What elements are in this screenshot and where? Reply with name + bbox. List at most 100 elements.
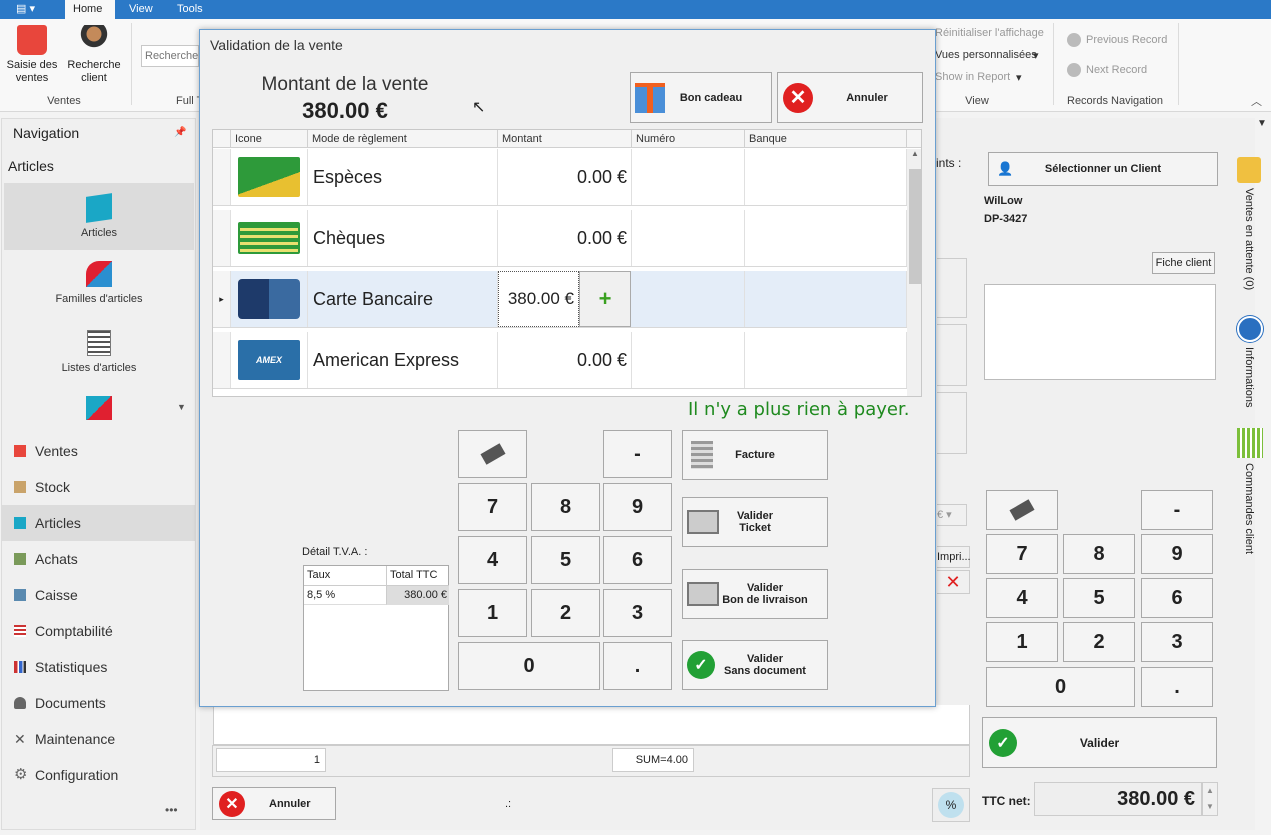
show-report-button[interactable]: Show in Report bbox=[935, 71, 1010, 83]
fiche-client-button[interactable]: Fiche client bbox=[1152, 252, 1215, 274]
nav-item-articles[interactable]: Articles bbox=[14, 513, 81, 533]
credit-card-icon bbox=[231, 271, 308, 327]
clear-key[interactable] bbox=[458, 430, 527, 478]
ttc-label: TTC net: bbox=[982, 794, 1031, 808]
print-button[interactable]: Impri... bbox=[937, 546, 971, 568]
key-0[interactable]: 0 bbox=[458, 642, 600, 690]
scrollbar-thumb[interactable] bbox=[909, 169, 921, 284]
payment-bank[interactable] bbox=[745, 332, 907, 388]
key-2[interactable]: 2 bbox=[1063, 622, 1135, 662]
search-input[interactable] bbox=[141, 45, 199, 67]
key-minus[interactable]: - bbox=[603, 430, 672, 478]
tab-view[interactable]: View bbox=[121, 0, 161, 19]
key-3[interactable]: 3 bbox=[603, 589, 672, 637]
key-8[interactable]: 8 bbox=[531, 483, 600, 531]
quantity-field[interactable]: 1 bbox=[216, 748, 326, 772]
recherche-client-button[interactable]: Recherche client bbox=[64, 19, 124, 85]
nav-item-comptabilite[interactable]: Comptabilité bbox=[14, 621, 113, 641]
key-minus[interactable]: - bbox=[1141, 490, 1213, 530]
spinner-icon[interactable]: ▲ ▼ bbox=[1202, 782, 1218, 816]
discount-button[interactable]: % bbox=[932, 788, 970, 822]
tab-tools[interactable]: Tools bbox=[169, 0, 211, 19]
nav-item-ventes[interactable]: Ventes bbox=[14, 441, 78, 461]
nav-item-statistiques[interactable]: Statistiques bbox=[14, 657, 107, 677]
payment-number[interactable] bbox=[632, 149, 745, 205]
app-menu-button[interactable]: ▤ ▾ bbox=[8, 0, 44, 19]
nav-item-configuration[interactable]: ⚙ Configuration bbox=[14, 765, 118, 785]
saisie-ventes-button[interactable]: Saisie des ventes bbox=[2, 19, 62, 85]
key-8[interactable]: 8 bbox=[1063, 534, 1135, 574]
custom-views-button[interactable]: Vues personnalisées bbox=[935, 49, 1037, 61]
nav-item-caisse[interactable]: Caisse bbox=[14, 585, 78, 605]
payment-number[interactable] bbox=[632, 271, 745, 327]
pin-icon[interactable]: 📌 bbox=[174, 127, 186, 138]
expand-arrow-icon[interactable]: ▼ bbox=[177, 402, 186, 412]
valider-button[interactable]: ✓ Valider bbox=[982, 717, 1217, 768]
valider-ticket-button[interactable]: Valider Ticket bbox=[682, 497, 828, 547]
payment-bank[interactable] bbox=[745, 149, 907, 205]
annuler-bottom-button[interactable]: ✕ Annuler bbox=[212, 787, 336, 820]
payment-row[interactable]: AMEX American Express 0.00 € bbox=[213, 332, 907, 389]
reset-display-button[interactable]: Réinitialiser l'affichage bbox=[935, 27, 1044, 39]
tile-familles[interactable]: Familles d'articles bbox=[4, 257, 194, 317]
plus-icon[interactable]: + bbox=[579, 271, 631, 327]
tile-listes[interactable]: Listes d'articles bbox=[4, 326, 194, 386]
payment-row[interactable]: Chèques 0.00 € bbox=[213, 210, 907, 267]
lines-grid bbox=[213, 705, 970, 745]
previous-record-button[interactable]: Previous Record bbox=[1086, 34, 1167, 46]
next-record-button[interactable]: Next Record bbox=[1086, 64, 1147, 76]
select-client-button[interactable]: 👤 Sélectionner un Client bbox=[988, 152, 1218, 186]
nav-item-documents[interactable]: Documents bbox=[14, 693, 106, 713]
bon-cadeau-button[interactable]: Bon cadeau bbox=[630, 72, 772, 123]
facture-button[interactable]: Facture bbox=[682, 430, 828, 480]
dropdown-arrow-icon[interactable]: ▼ bbox=[1257, 118, 1267, 129]
key-6[interactable]: 6 bbox=[603, 536, 672, 584]
amount-input[interactable]: 380.00 € bbox=[498, 271, 579, 327]
tab-home[interactable]: Home bbox=[65, 0, 115, 19]
tab-commandes[interactable]: Commandes client bbox=[1243, 463, 1255, 554]
key-3[interactable]: 3 bbox=[1141, 622, 1213, 662]
nav-item-maintenance[interactable]: ✕ Maintenance bbox=[14, 729, 115, 749]
key-9[interactable]: 9 bbox=[603, 483, 672, 531]
key-2[interactable]: 2 bbox=[531, 589, 600, 637]
tile-articles[interactable]: Articles bbox=[4, 183, 194, 250]
key-1[interactable]: 1 bbox=[986, 622, 1058, 662]
key-7[interactable]: 7 bbox=[458, 483, 527, 531]
grid-scrollbar[interactable]: ▲ bbox=[907, 149, 921, 396]
payment-row-selected[interactable]: ▸ Carte Bancaire 380.00 € + bbox=[213, 271, 907, 328]
delete-icon[interactable]: ✕ bbox=[937, 570, 970, 594]
nav-item-stock[interactable]: Stock bbox=[14, 477, 70, 497]
payment-bank[interactable] bbox=[745, 271, 907, 327]
payment-bank[interactable] bbox=[745, 210, 907, 266]
nav-item-achats[interactable]: Achats bbox=[14, 549, 78, 569]
tile-more[interactable] bbox=[4, 396, 194, 426]
payment-number[interactable] bbox=[632, 210, 745, 266]
payment-amount[interactable]: 0.00 € bbox=[498, 332, 632, 388]
key-5[interactable]: 5 bbox=[1063, 578, 1135, 618]
key-4[interactable]: 4 bbox=[458, 536, 527, 584]
key-dot[interactable]: . bbox=[603, 642, 672, 690]
scroll-up-icon[interactable]: ▲ bbox=[907, 149, 921, 158]
key-4[interactable]: 4 bbox=[986, 578, 1058, 618]
tab-ventes-attente[interactable]: Ventes en attente (0) bbox=[1243, 188, 1255, 290]
tab-informations[interactable]: Informations bbox=[1243, 347, 1255, 408]
clear-key[interactable] bbox=[986, 490, 1058, 530]
valider-livraison-button[interactable]: Valider Bon de livraison bbox=[682, 569, 828, 619]
payment-amount[interactable]: 0.00 € bbox=[498, 210, 632, 266]
annuler-dialog-button[interactable]: ✕ Annuler bbox=[777, 72, 923, 123]
key-dot[interactable]: . bbox=[1141, 667, 1213, 707]
key-1[interactable]: 1 bbox=[458, 589, 527, 637]
valider-sans-document-button[interactable]: ✓ Valider Sans document bbox=[682, 640, 828, 690]
key-9[interactable]: 9 bbox=[1141, 534, 1213, 574]
ledger-icon bbox=[14, 625, 26, 637]
key-5[interactable]: 5 bbox=[531, 536, 600, 584]
euro-field[interactable]: € ▾ bbox=[937, 504, 967, 526]
key-7[interactable]: 7 bbox=[986, 534, 1058, 574]
collapse-ribbon-icon[interactable]: ︿ bbox=[1251, 93, 1262, 109]
key-0[interactable]: 0 bbox=[986, 667, 1135, 707]
payment-amount[interactable]: 0.00 € bbox=[498, 149, 632, 205]
payment-row[interactable]: Espèces 0.00 € bbox=[213, 149, 907, 206]
key-6[interactable]: 6 bbox=[1141, 578, 1213, 618]
payment-number[interactable] bbox=[632, 332, 745, 388]
more-options-button[interactable]: ••• bbox=[165, 803, 178, 817]
